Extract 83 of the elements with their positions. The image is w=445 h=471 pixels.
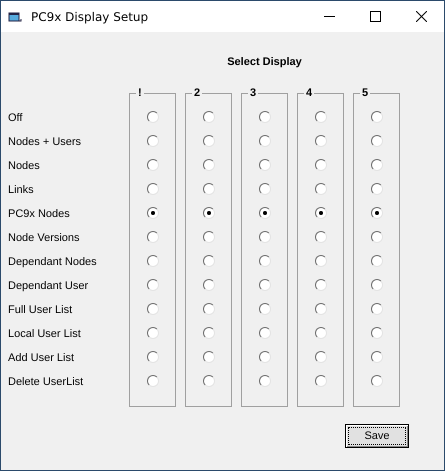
radio-button[interactable]	[314, 279, 326, 291]
radio-button[interactable]	[258, 207, 270, 219]
radio-button[interactable]	[202, 231, 214, 243]
option-label: Nodes	[8, 159, 41, 174]
radio-button[interactable]	[146, 231, 158, 243]
radio-button[interactable]	[146, 207, 158, 219]
save-button[interactable]: Save	[345, 424, 409, 448]
group-label: 3	[249, 87, 258, 99]
radio-button[interactable]	[202, 279, 214, 291]
radio-button[interactable]	[370, 231, 382, 243]
radio-button[interactable]	[370, 375, 382, 387]
radio-button[interactable]	[258, 327, 270, 339]
close-icon[interactable]	[416, 11, 426, 22]
radio-button[interactable]	[202, 207, 214, 219]
option-label: Full User List	[8, 303, 74, 318]
radio-button[interactable]	[314, 135, 326, 147]
radio-button[interactable]	[314, 207, 326, 219]
radio-button[interactable]	[370, 183, 382, 195]
radio-button[interactable]	[370, 159, 382, 171]
radio-button[interactable]	[258, 351, 270, 363]
radio-button[interactable]	[314, 183, 326, 195]
section-heading: Select Display	[226, 55, 303, 69]
option-label: Local User List	[8, 327, 82, 342]
radio-button[interactable]	[146, 159, 158, 171]
radio-button[interactable]	[146, 255, 158, 267]
radio-button[interactable]	[314, 327, 326, 339]
radio-button[interactable]	[202, 375, 214, 387]
option-label: Off	[8, 111, 24, 126]
option-label: Dependant Nodes	[8, 255, 98, 270]
radio-button[interactable]	[314, 111, 326, 123]
group-label: !	[137, 87, 143, 99]
radio-button[interactable]	[314, 375, 326, 387]
maximize-icon[interactable]	[370, 11, 380, 22]
window-title: PC9x Display Setup	[31, 10, 148, 24]
radio-button[interactable]	[370, 279, 382, 291]
radio-button[interactable]	[258, 303, 270, 315]
option-label: Nodes + Users	[8, 135, 82, 150]
radio-button[interactable]	[258, 135, 270, 147]
radio-button[interactable]	[202, 303, 214, 315]
radio-button[interactable]	[146, 279, 158, 291]
option-label: Delete UserList	[8, 375, 84, 390]
radio-button[interactable]	[258, 111, 270, 123]
option-label: Node Versions	[8, 231, 81, 246]
radio-button[interactable]	[202, 351, 214, 363]
radio-button[interactable]	[202, 135, 214, 147]
radio-button[interactable]	[258, 159, 270, 171]
radio-button[interactable]	[258, 231, 270, 243]
group-label: 4	[305, 87, 314, 99]
radio-button[interactable]	[146, 111, 158, 123]
radio-button[interactable]	[202, 159, 214, 171]
radio-button[interactable]	[314, 303, 326, 315]
radio-button[interactable]	[146, 375, 158, 387]
radio-button[interactable]	[314, 351, 326, 363]
radio-button[interactable]	[258, 279, 270, 291]
radio-button[interactable]	[202, 255, 214, 267]
window-icon	[8, 10, 22, 22]
group-label: 5	[361, 87, 370, 99]
radio-button[interactable]	[146, 351, 158, 363]
radio-button[interactable]	[146, 183, 158, 195]
radio-button[interactable]	[146, 303, 158, 315]
radio-button[interactable]	[202, 183, 214, 195]
radio-button[interactable]	[314, 231, 326, 243]
group-label: 2	[193, 87, 202, 99]
radio-button[interactable]	[370, 255, 382, 267]
radio-button[interactable]	[202, 327, 214, 339]
option-label: PC9x Nodes	[8, 207, 71, 222]
radio-button[interactable]	[370, 111, 382, 123]
option-label: Dependant User	[8, 279, 90, 294]
radio-button[interactable]	[370, 303, 382, 315]
radio-button[interactable]	[370, 327, 382, 339]
radio-button[interactable]	[146, 327, 158, 339]
radio-button[interactable]	[370, 351, 382, 363]
radio-button[interactable]	[258, 183, 270, 195]
radio-button[interactable]	[370, 207, 382, 219]
option-label: Add User List	[8, 351, 76, 366]
radio-button[interactable]	[146, 135, 158, 147]
radio-button[interactable]	[202, 111, 214, 123]
radio-button[interactable]	[258, 255, 270, 267]
radio-button[interactable]	[258, 375, 270, 387]
radio-button[interactable]	[314, 255, 326, 267]
option-label: Links	[8, 183, 35, 198]
radio-button[interactable]	[370, 135, 382, 147]
radio-button[interactable]	[314, 159, 326, 171]
